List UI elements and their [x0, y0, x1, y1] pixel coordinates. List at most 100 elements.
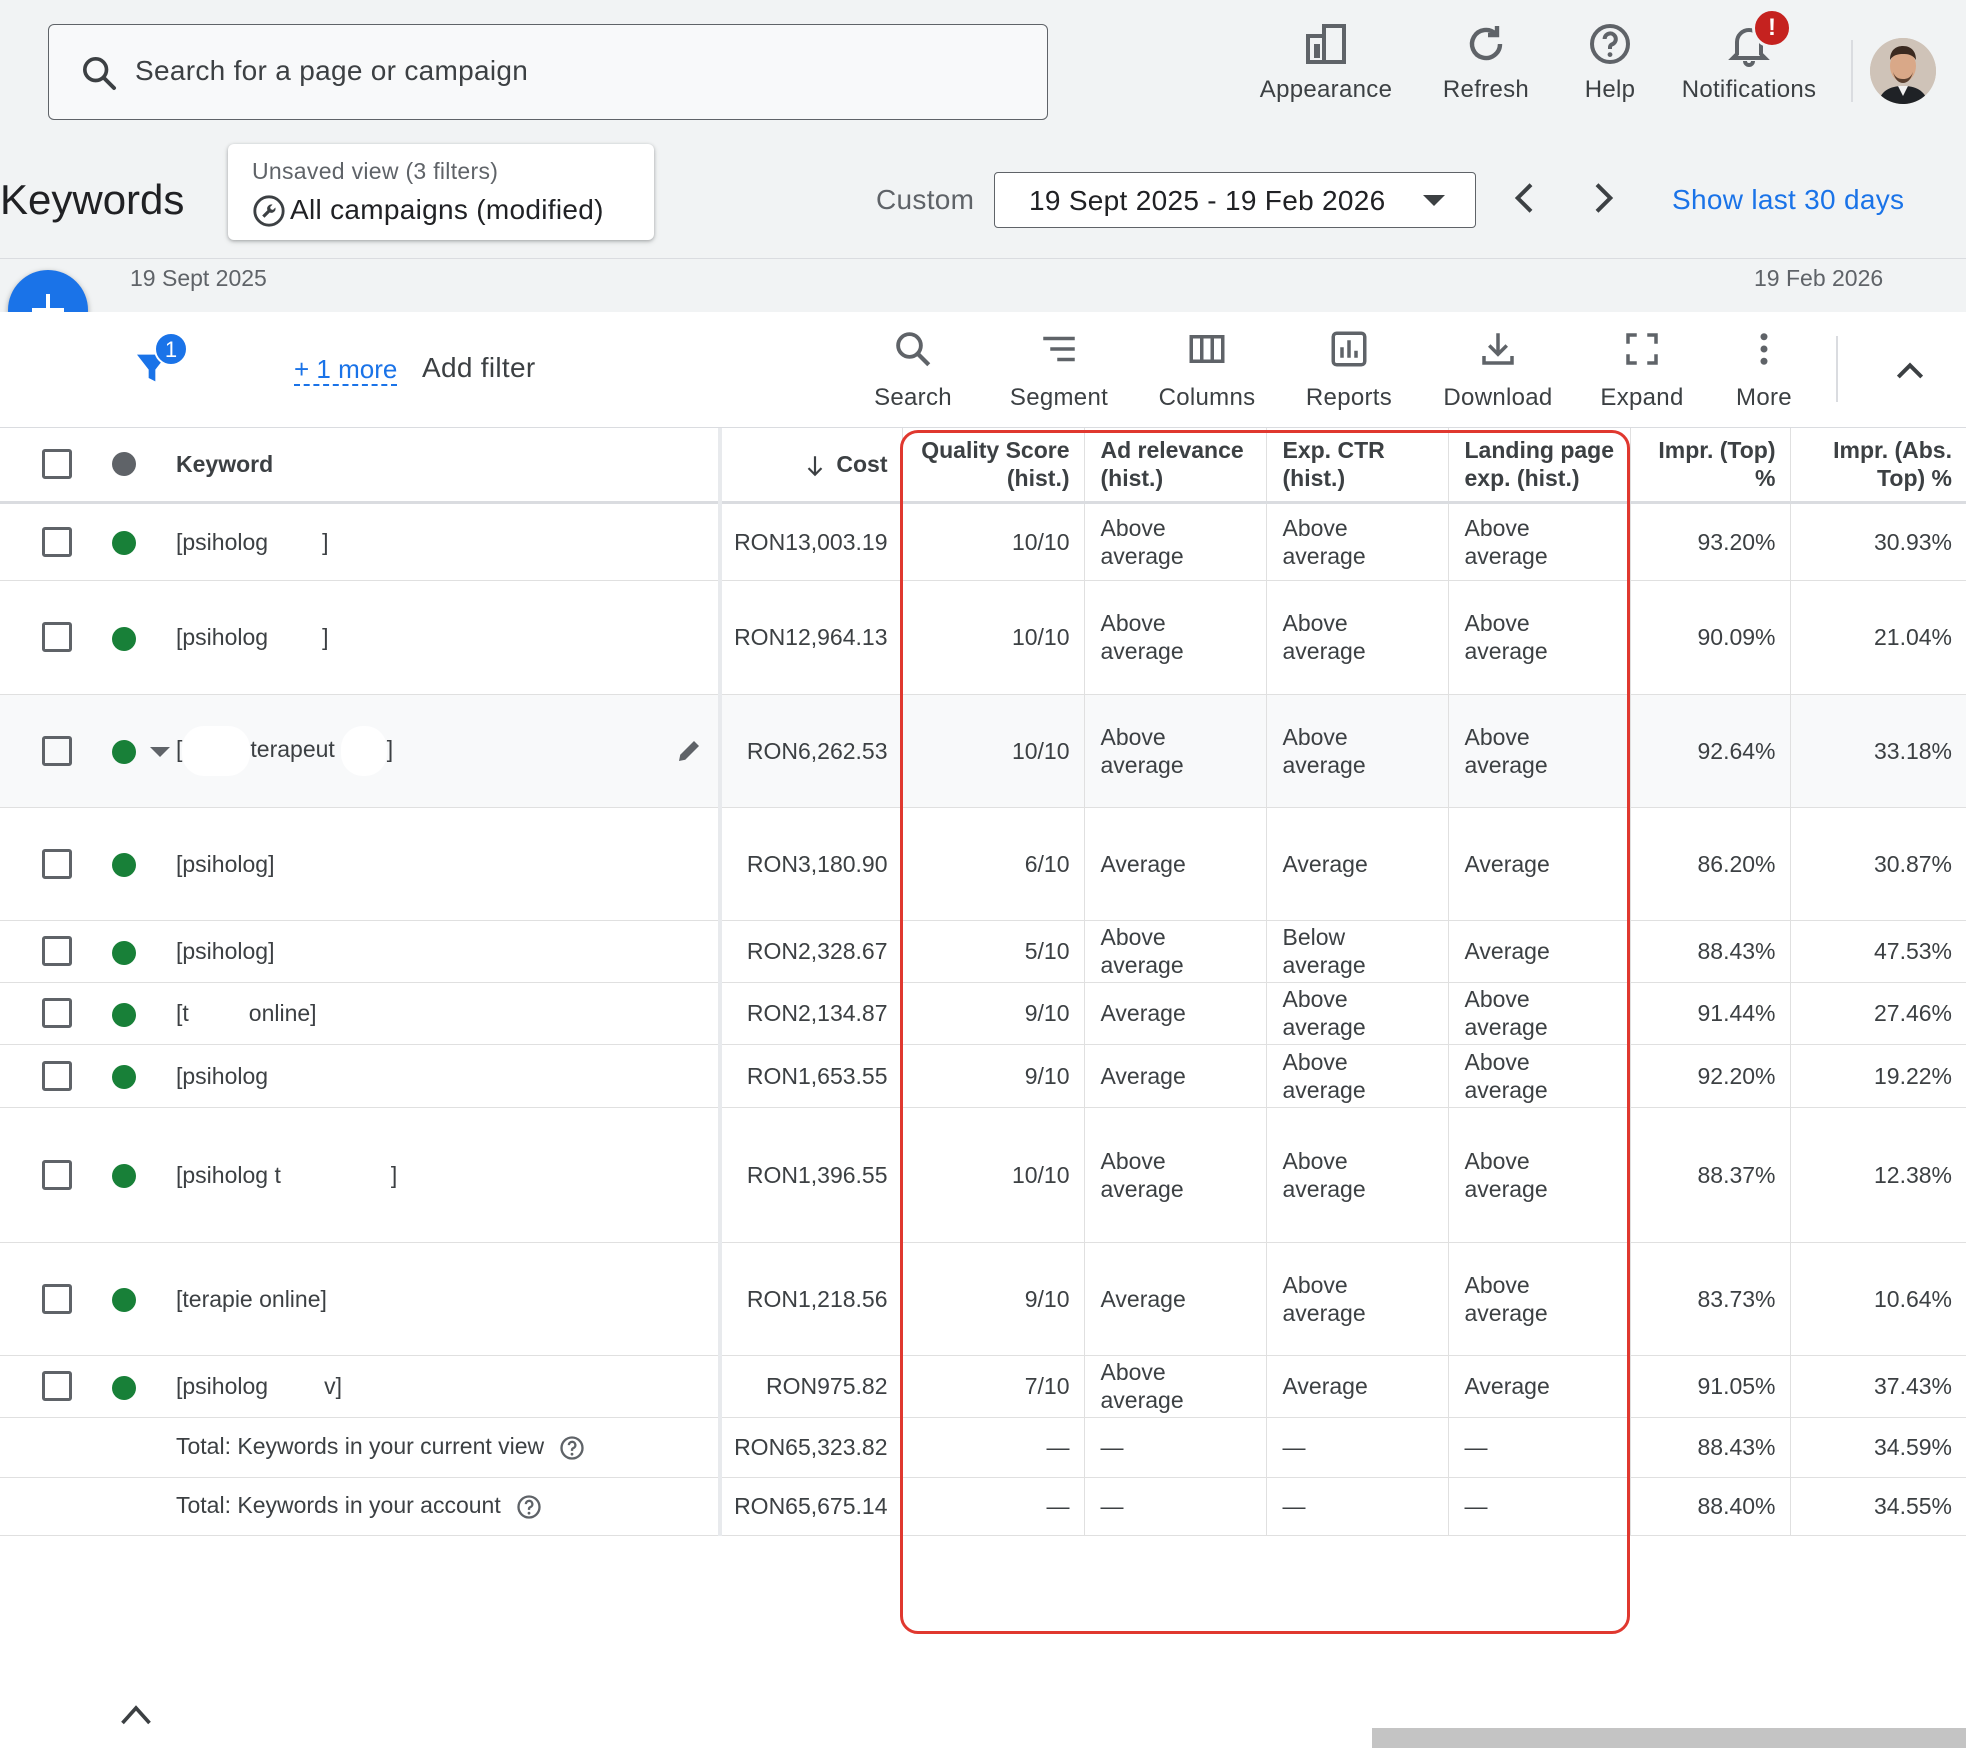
chevron-left-icon[interactable] [1506, 176, 1546, 220]
rating-line2: average [1282, 1076, 1366, 1103]
table-toolbar: 1 + 1 more Add filter Search Segment Col… [0, 312, 1966, 428]
appearance-button[interactable]: Appearance [1254, 20, 1398, 110]
keyword-cell[interactable]: [psiholog] [176, 580, 720, 695]
quality-score-cell: 10/10 [901, 694, 1084, 808]
table-row[interactable]: [psiholog] RON2,328.67 5/10 Above average Bel… [0, 920, 1966, 983]
keyword-header[interactable]: Keyword [176, 428, 720, 504]
table-row[interactable]: [psiholog] RON12,964.13 10/10 Above average A… [0, 580, 1966, 695]
help-icon[interactable] [558, 1434, 586, 1462]
row-checkbox[interactable] [42, 1283, 72, 1314]
quality-score-header-line1: Quality Score [921, 437, 1070, 464]
reports-button[interactable]: Reports [1302, 328, 1396, 412]
ad-relevance-cell: Above average [1083, 580, 1266, 695]
keyword-cell[interactable]: [psiholog] [176, 807, 720, 921]
columns-icon [1189, 335, 1225, 363]
keyword-cell[interactable]: [psiholog v] [176, 1355, 720, 1418]
exp-ctr-header[interactable]: Exp. CTR (hist.) [1265, 428, 1448, 504]
status-cell [108, 807, 176, 921]
date-range-select[interactable]: 19 Sept 2025 - 19 Feb 2026 [994, 172, 1476, 228]
keyword-cell[interactable]: [terapeut] [176, 694, 720, 808]
table-row[interactable]: [psiholog v] RON975.82 7/10 Above average Aver… [0, 1355, 1966, 1418]
search-input[interactable]: Search for a page or campaign [48, 24, 1048, 120]
cost-value: RON3,180.90 [746, 850, 888, 877]
row-checkbox[interactable] [42, 998, 72, 1028]
rating-line2: average [1100, 952, 1184, 978]
table-row[interactable]: [terapie online] RON1,218.56 9/10 Average Ab… [0, 1242, 1966, 1356]
keyword-cell[interactable]: [terapie online] [176, 1242, 720, 1356]
cost-header[interactable]: Cost [718, 428, 902, 504]
total-label: Total: Keywords in your account [176, 1492, 501, 1519]
table-row[interactable]: [psiholog] RON3,180.90 6/10 Average Average A… [0, 807, 1966, 921]
chevron-up-icon[interactable] [1890, 352, 1930, 392]
rating-line2: average [1464, 1299, 1548, 1326]
landing-page-cell: Above average [1447, 1242, 1630, 1356]
quality-score-cell: 9/10 [901, 1044, 1084, 1108]
row-checkbox[interactable] [42, 1159, 72, 1190]
keyword-cell[interactable]: [psiholog [176, 1044, 720, 1108]
table-row[interactable]: [psiholog t] RON1,396.55 10/10 Above average… [0, 1107, 1966, 1243]
download-button[interactable]: Download [1440, 328, 1556, 412]
rating-line2: average [1100, 542, 1184, 569]
keyword-cell[interactable]: [psiholog] [176, 502, 720, 581]
chevron-up-icon[interactable] [118, 1700, 154, 1728]
show-last-30-days-link[interactable]: Show last 30 days [1672, 184, 1904, 216]
page-title: Keywords [0, 176, 185, 223]
view-selector[interactable]: Unsaved view (3 filters) All campaigns (… [228, 144, 654, 240]
impr-abs-top-header[interactable]: Impr. (Abs. Top) % [1789, 428, 1966, 504]
chevron-right-icon[interactable] [1582, 176, 1622, 220]
exp-ctr-header-line1: Exp. CTR [1282, 437, 1385, 464]
row-checkbox[interactable] [42, 848, 72, 879]
status-cell [108, 920, 176, 983]
quality-score-header[interactable]: Quality Score (hist.) [901, 428, 1084, 504]
cost-cell: RON2,134.87 [718, 982, 902, 1045]
help-icon[interactable] [515, 1493, 543, 1521]
impr-top-value: 91.44% [1697, 1000, 1776, 1026]
table-row[interactable]: [terapeut] RON6,262.53 10/10 Above average Ab… [0, 694, 1966, 808]
rating-line1: Average [1282, 1373, 1368, 1399]
landing-page-header[interactable]: Landing page exp. (hist.) [1447, 428, 1630, 504]
ad-relevance-header[interactable]: Ad relevance (hist.) [1083, 428, 1266, 504]
refresh-button[interactable]: Refresh [1436, 20, 1536, 110]
notifications-label: Notifications [1681, 76, 1817, 103]
segment-button[interactable]: Segment [1008, 328, 1110, 412]
help-button[interactable]: Help [1576, 20, 1644, 110]
keyword-text: online] [248, 1000, 317, 1026]
rating-line1: Below [1282, 924, 1346, 950]
row-checkbox[interactable] [42, 1060, 72, 1091]
more-filters-link[interactable]: + 1 more [294, 354, 398, 386]
search-tool-button[interactable]: Search [872, 328, 954, 412]
status-header[interactable] [108, 428, 176, 504]
add-filter-button[interactable]: Add filter [422, 352, 536, 384]
horizontal-scrollbar[interactable] [1372, 1728, 1966, 1748]
rating-line1: Above [1282, 1147, 1348, 1174]
more-button[interactable]: More [1732, 328, 1796, 412]
row-checkbox[interactable] [42, 936, 72, 966]
quality-score-cell: 9/10 [901, 1242, 1084, 1356]
row-checkbox[interactable] [42, 526, 72, 557]
table-row[interactable]: [t online] RON2,134.87 9/10 Average Above aver… [0, 982, 1966, 1045]
row-select-cell [0, 920, 108, 983]
notifications-button[interactable]: Notifications [1676, 20, 1822, 110]
impr-top-header[interactable]: Impr. (Top)% [1629, 428, 1790, 504]
row-checkbox[interactable] [42, 735, 72, 766]
cost-value: RON2,328.67 [746, 938, 888, 964]
expand-button[interactable]: Expand [1600, 328, 1684, 412]
table-row[interactable]: [psiholog RON1,653.55 9/10 Average Above aver… [0, 1044, 1966, 1108]
cost-value: RON1,396.55 [746, 1161, 888, 1188]
segment-icon [1043, 336, 1075, 362]
rating-line2: average [1100, 638, 1184, 664]
total-qs-value: — [1046, 1493, 1070, 1519]
exp-ctr-cell: Above average [1265, 502, 1448, 581]
keyword-cell[interactable]: [psiholog t] [176, 1107, 720, 1243]
avatar[interactable] [1870, 38, 1936, 104]
search-tool-label: Search [874, 384, 952, 411]
table-row[interactable]: [psiholog] RON13,003.19 10/10 Above average A… [0, 502, 1966, 581]
columns-button[interactable]: Columns [1156, 328, 1258, 412]
row-checkbox[interactable] [42, 1371, 72, 1401]
keyword-cell[interactable]: [t online] [176, 982, 720, 1045]
keyword-cell[interactable]: [psiholog] [176, 920, 720, 983]
edit-pencil-icon[interactable] [674, 736, 704, 766]
status-dropdown-icon[interactable] [150, 747, 170, 758]
select-all-checkbox[interactable] [42, 449, 72, 480]
row-checkbox[interactable] [42, 622, 72, 652]
